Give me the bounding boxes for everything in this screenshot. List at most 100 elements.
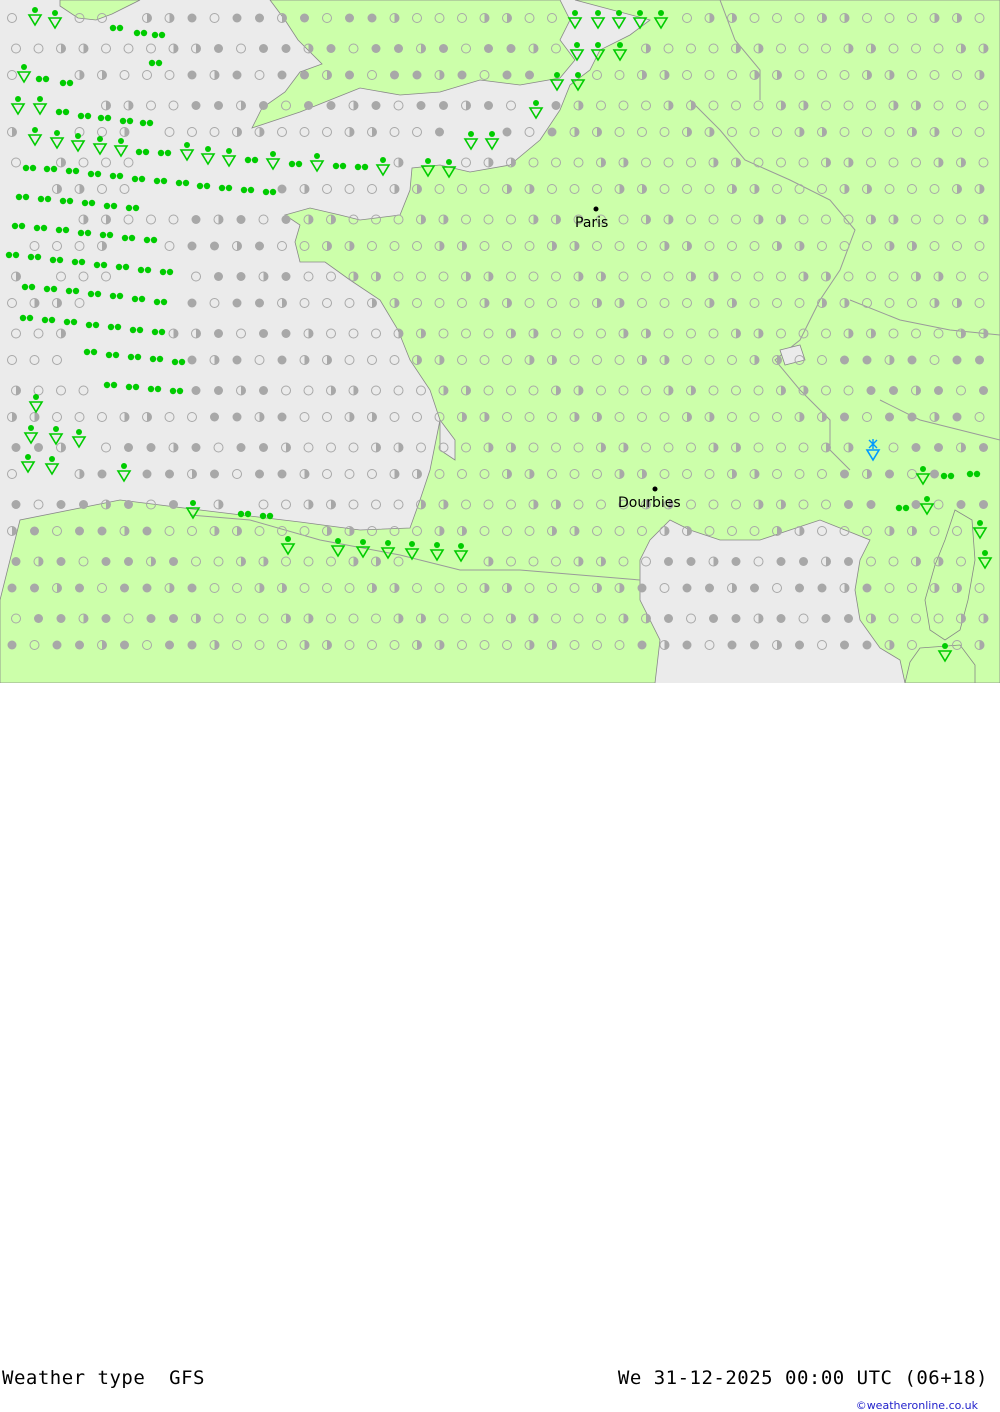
overcast-dot-icon [664, 614, 673, 623]
rain-drop-left [169, 387, 177, 395]
overcast-dot-icon [300, 70, 309, 80]
overcast-dot-icon [259, 443, 268, 452]
rain-drop-left [147, 385, 155, 393]
rain-drop-right [122, 263, 130, 271]
overcast-dot-icon [281, 215, 291, 224]
overcast-dot-icon [34, 443, 43, 452]
drizzle-drop [75, 133, 81, 139]
rain-drop-left [55, 226, 63, 234]
overcast-dot-icon [30, 583, 39, 593]
drizzle-drop [409, 541, 415, 547]
drizzle-drop [190, 500, 196, 506]
rain-drop-right [134, 353, 142, 361]
overcast-dot-icon [439, 44, 448, 53]
drizzle-drop [121, 463, 127, 469]
rain-drop-left [21, 283, 29, 291]
rain-drop-right [72, 287, 80, 295]
rain-drop-right [88, 199, 96, 207]
rain-drop-right [28, 283, 36, 291]
overcast-dot-icon [187, 13, 197, 23]
rain-drop-right [295, 160, 303, 168]
overcast-dot-icon [75, 583, 84, 593]
overcast-dot-icon [326, 101, 336, 110]
rain-drop-left [153, 298, 161, 306]
drizzle-drop [226, 148, 232, 154]
rain-drop-left [153, 177, 161, 185]
overcast-dot-icon [911, 500, 921, 509]
overcast-dot-icon [731, 614, 741, 623]
drizzle-drop [554, 72, 560, 78]
overcast-dot-icon [11, 443, 21, 452]
rain-drop-left [171, 358, 179, 366]
overcast-dot-icon [439, 101, 448, 110]
rain-drop-right [66, 79, 74, 87]
drizzle-drop [49, 456, 55, 462]
overcast-dot-icon [304, 101, 313, 110]
overcast-dot-icon [840, 469, 849, 479]
rain-drop-right [78, 258, 86, 266]
overcast-dot-icon [97, 526, 107, 536]
rain-drop-left [196, 182, 204, 190]
drizzle-drop [489, 131, 495, 137]
overcast-dot-icon [236, 272, 246, 281]
overcast-dot-icon [686, 557, 696, 566]
overcast-dot-icon [979, 500, 988, 509]
overcast-dot-icon [277, 469, 287, 479]
rain-drop-right [29, 164, 37, 172]
model-name: GFS [169, 1367, 205, 1389]
rain-drop-left [143, 236, 151, 244]
overcast-dot-icon [259, 329, 268, 338]
overcast-dot-icon [236, 443, 246, 452]
rain-drop-right [178, 358, 186, 366]
drizzle-drop [32, 7, 38, 13]
rain-drop-left [966, 470, 974, 478]
overcast-dot-icon [187, 640, 197, 650]
rain-drop-left [41, 316, 49, 324]
overcast-dot-icon [637, 583, 647, 593]
overcast-dot-icon [277, 70, 287, 80]
footer-bar: Weather type GFS We 31-12-2025 00:00 UTC… [0, 683, 1000, 1412]
overcast-dot-icon [214, 386, 223, 395]
rain-drop-left [43, 165, 51, 173]
overcast-dot-icon [776, 614, 786, 623]
rain-drop-left [895, 504, 903, 512]
rain-drop-left [59, 197, 67, 205]
rain-drop-left [59, 79, 67, 87]
drizzle-drop [25, 454, 31, 460]
rain-drop-right [973, 470, 981, 478]
rain-drop-right [142, 148, 150, 156]
overcast-dot-icon [232, 13, 242, 23]
rain-drop-left [131, 175, 139, 183]
rain-drop-left [151, 328, 159, 336]
overcast-dot-icon [191, 215, 201, 224]
overcast-dot-icon [371, 101, 381, 110]
rain-drop-right [94, 170, 102, 178]
rain-drop-right [160, 298, 168, 306]
drizzle-drop [28, 425, 34, 431]
overcast-dot-icon [255, 241, 264, 251]
overcast-dot-icon [277, 355, 287, 365]
rain-drop-left [148, 59, 156, 67]
rain-drop-right [266, 512, 274, 520]
overcast-dot-icon [862, 640, 872, 650]
rain-drop-right [182, 179, 190, 187]
overcast-dot-icon [776, 557, 786, 566]
drizzle-drop [434, 542, 440, 548]
drizzle-drop [637, 10, 643, 16]
drizzle-drop [270, 151, 276, 157]
rain-drop-left [218, 184, 226, 192]
drizzle-drop [572, 10, 578, 16]
credit-link[interactable]: ©weatheronline.co.uk [856, 1399, 978, 1412]
rain-drop-right [12, 251, 20, 259]
rain-drop-left [137, 266, 145, 274]
overcast-dot-icon [345, 13, 354, 23]
overcast-dot-icon [124, 557, 133, 566]
rain-drop-left [135, 148, 143, 156]
overcast-dot-icon [146, 614, 156, 623]
overcast-dot-icon [187, 70, 197, 80]
rain-drop-right [269, 188, 277, 196]
rain-drop-left [129, 326, 137, 334]
overcast-dot-icon [52, 640, 62, 650]
city-dot-icon [652, 486, 658, 492]
overcast-dot-icon [169, 614, 178, 623]
